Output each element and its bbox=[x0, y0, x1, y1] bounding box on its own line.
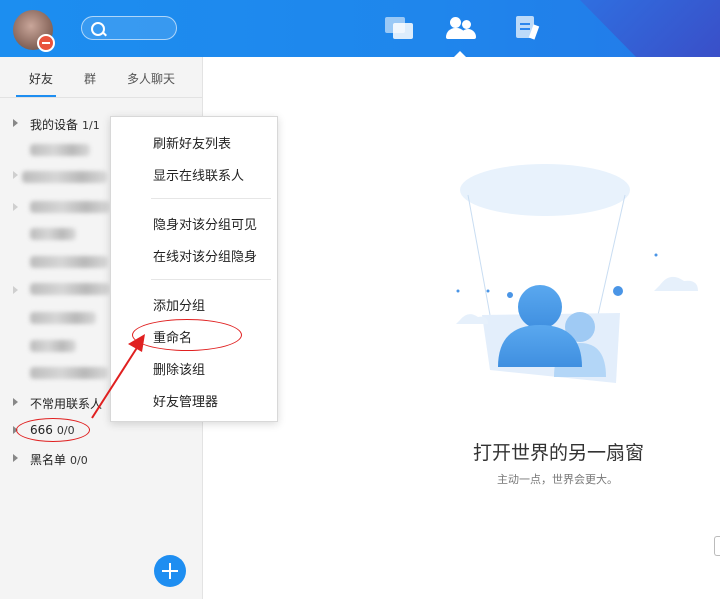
redacted-group bbox=[30, 201, 110, 213]
contacts-icon[interactable] bbox=[446, 15, 476, 43]
redacted-group bbox=[22, 171, 107, 183]
menu-friend-manager[interactable]: 好友管理器 bbox=[153, 391, 218, 410]
redacted-group bbox=[30, 340, 76, 352]
menu-invisible-visible-to-group[interactable]: 隐身对该分组可见 bbox=[153, 214, 257, 233]
expand-arrow-icon bbox=[13, 398, 18, 406]
redacted-group bbox=[30, 228, 76, 240]
redacted-group bbox=[30, 312, 96, 324]
group-label: 黑名单 bbox=[30, 453, 67, 467]
menu-delete-group[interactable]: 删除该组 bbox=[153, 359, 205, 378]
busy-status-icon[interactable] bbox=[37, 34, 55, 52]
redacted-group bbox=[30, 283, 110, 295]
tab-groups[interactable]: 群 bbox=[84, 70, 96, 87]
redacted-group bbox=[30, 144, 90, 156]
group-count: 0/0 bbox=[70, 454, 88, 467]
active-tab-pointer bbox=[453, 51, 467, 57]
group-blacklist[interactable]: 黑名单 0/0 bbox=[0, 448, 202, 470]
balloon-illustration bbox=[456, 164, 698, 383]
welcome-subtitle: 主动一点，世界会更大。 bbox=[497, 473, 618, 486]
expand-arrow-icon bbox=[13, 454, 18, 462]
menu-separator bbox=[151, 198, 271, 199]
menu-show-online[interactable]: 显示在线联系人 bbox=[153, 165, 244, 184]
top-bar bbox=[0, 0, 720, 57]
sidebar-tabs: 好友 群 多人聊天 bbox=[0, 57, 202, 98]
group-label: 我的设备 bbox=[30, 118, 79, 132]
menu-online-hidden-from-group[interactable]: 在线对该分组隐身 bbox=[153, 246, 257, 265]
group-count: 1/1 bbox=[82, 119, 100, 132]
menu-refresh-friends[interactable]: 刷新好友列表 bbox=[153, 133, 231, 152]
annotation-ellipse-rename bbox=[132, 319, 242, 351]
group-label: 不常用联系人 bbox=[30, 397, 103, 411]
top-bar-corner-decoration bbox=[580, 0, 720, 57]
annotation-ellipse-group-666 bbox=[16, 418, 90, 442]
redacted-group bbox=[30, 256, 108, 268]
search-input[interactable] bbox=[81, 16, 177, 40]
menu-add-group[interactable]: 添加分组 bbox=[153, 295, 205, 314]
message-icon[interactable] bbox=[385, 15, 415, 43]
side-panel-handle[interactable] bbox=[714, 536, 720, 556]
tab-multi-chat[interactable]: 多人聊天 bbox=[127, 70, 175, 87]
expand-arrow-icon bbox=[13, 119, 18, 127]
avatar[interactable] bbox=[13, 10, 55, 52]
tab-friends[interactable]: 好友 bbox=[29, 70, 53, 87]
notes-icon[interactable] bbox=[514, 15, 544, 43]
redacted-group bbox=[30, 367, 108, 379]
menu-separator bbox=[151, 279, 271, 280]
add-button[interactable] bbox=[154, 555, 186, 587]
search-icon bbox=[91, 22, 105, 36]
welcome-title: 打开世界的另一扇窗 bbox=[473, 442, 645, 464]
group-context-menu: 刷新好友列表 显示在线联系人 隐身对该分组可见 在线对该分组隐身 添加分组 重命… bbox=[110, 116, 278, 422]
